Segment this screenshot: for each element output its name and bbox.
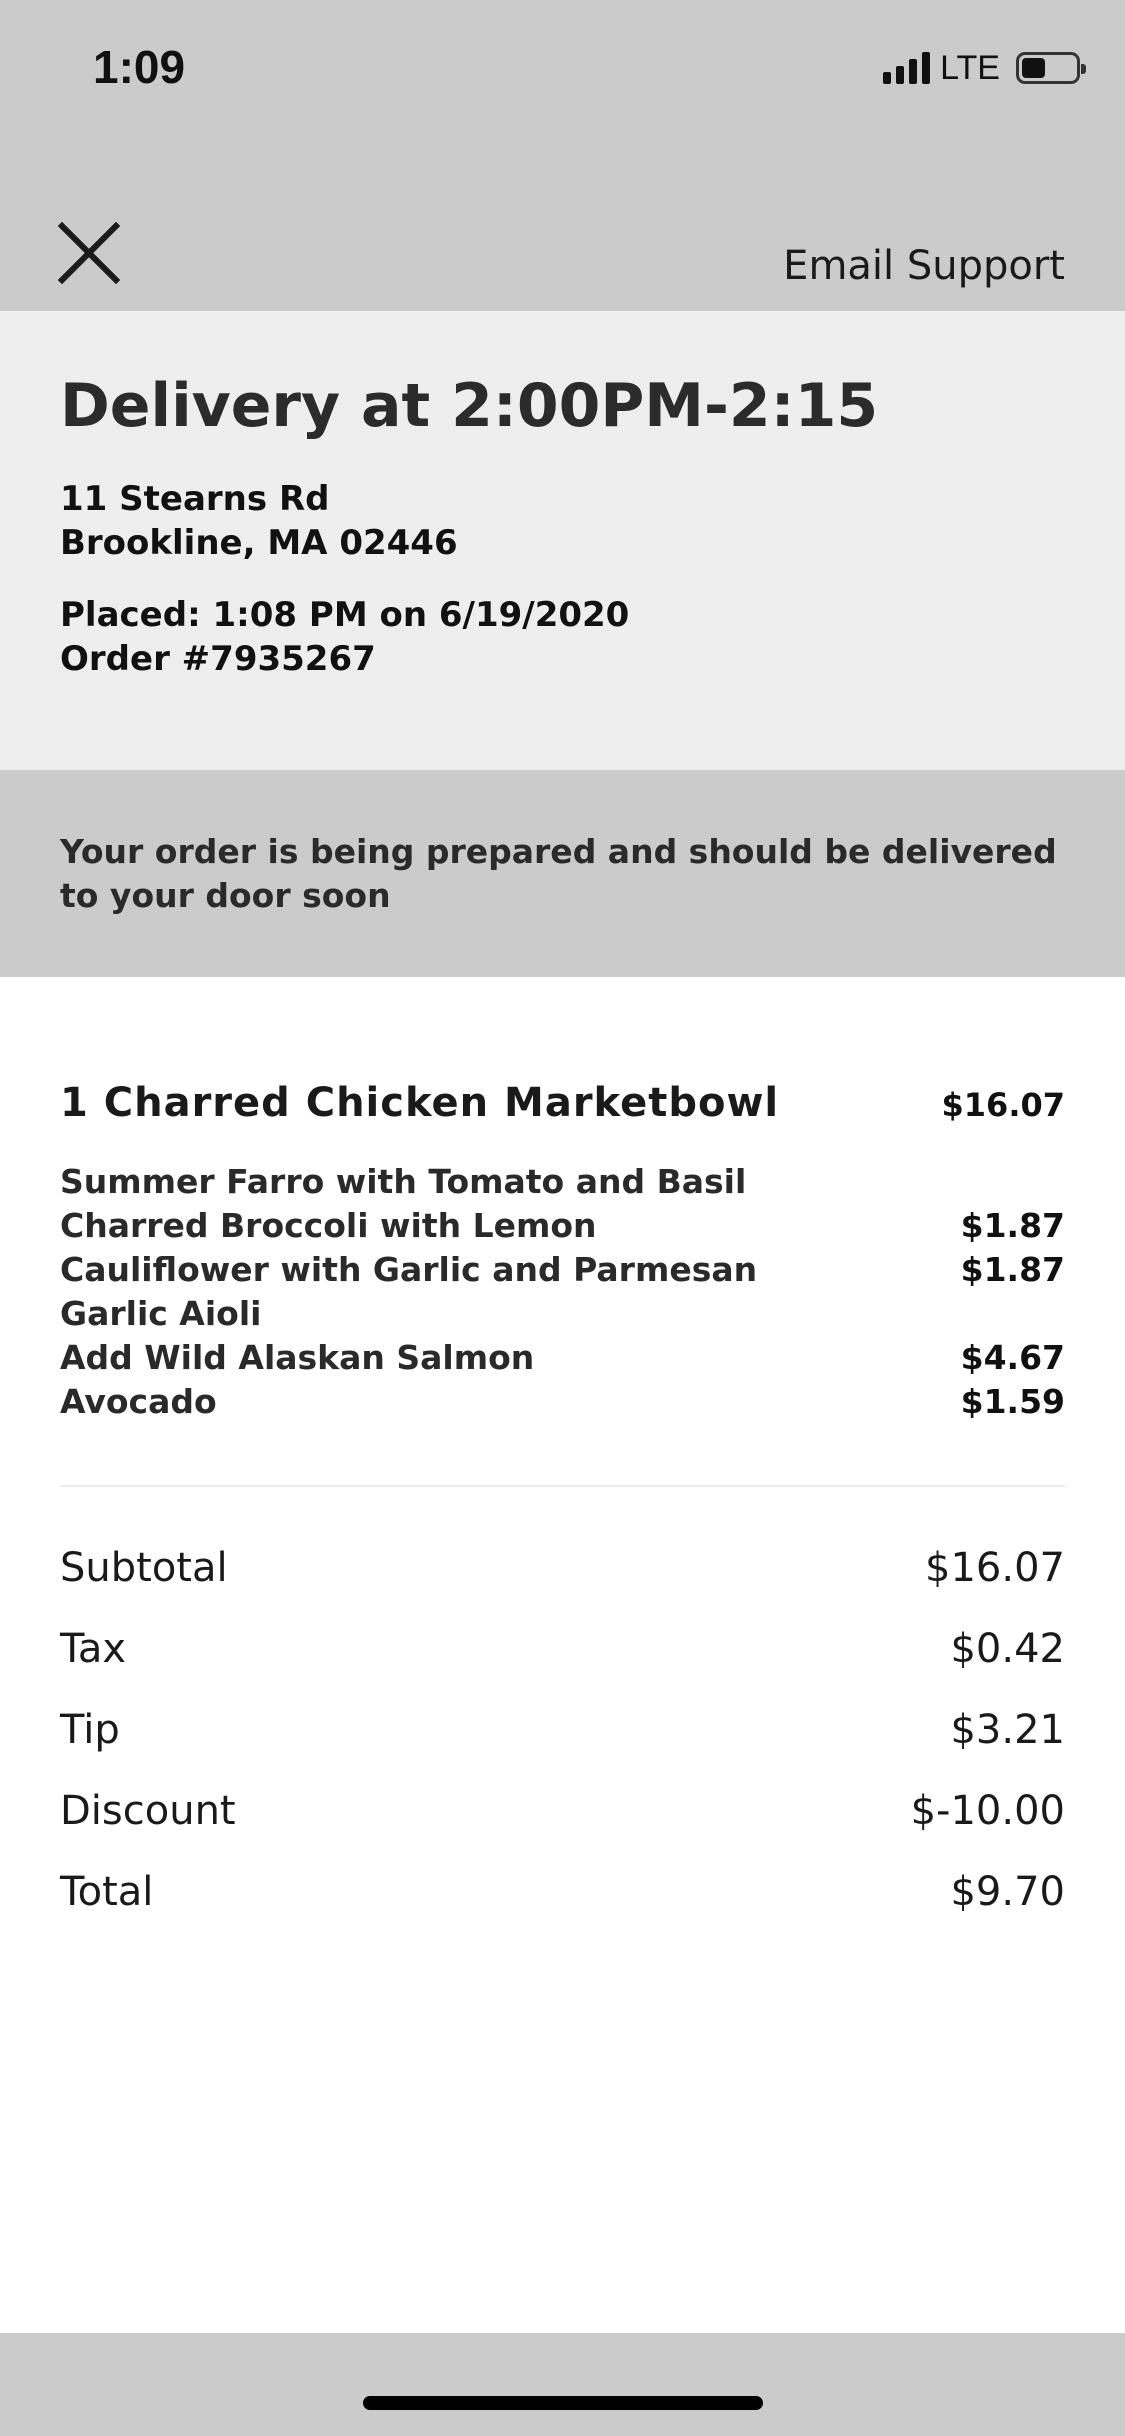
modifier-name: Add Wild Alaskan Salmon xyxy=(60,1338,535,1377)
order-totals: Subtotal $16.07 Tax $0.42 Tip $3.21 Disc… xyxy=(60,1527,1065,1932)
close-button[interactable] xyxy=(57,221,121,285)
signal-icon xyxy=(883,52,931,84)
total-label: Discount xyxy=(60,1787,236,1834)
total-value: $-10.00 xyxy=(910,1787,1065,1834)
modifier-name: Garlic Aioli xyxy=(60,1294,262,1333)
battery-icon xyxy=(1016,52,1086,84)
total-label: Total xyxy=(60,1868,154,1915)
total-label: Tip xyxy=(60,1706,120,1753)
order-status-message: Your order is being prepared and should … xyxy=(60,832,1057,915)
bottom-bar xyxy=(0,2333,1125,2436)
total-label: Subtotal xyxy=(60,1544,228,1591)
order-number: Order #7935267 xyxy=(60,639,376,679)
network-label: LTE xyxy=(940,48,1000,87)
delivery-panel: Delivery at 2:00PM-2:15 11 Stearns Rd Br… xyxy=(0,311,1125,770)
item-modifiers: Summer Farro with Tomato and Basil Charr… xyxy=(60,1162,1065,1426)
total-label: Tax xyxy=(60,1625,126,1672)
modifier-row: Avocado $1.59 xyxy=(60,1382,1065,1426)
modifier-row: Garlic Aioli xyxy=(60,1294,1065,1338)
item-header: 1 Charred Chicken Marketbowl $16.07 xyxy=(60,1080,1065,1140)
delivery-address: 11 Stearns Rd Brookline, MA 02446 xyxy=(60,477,458,565)
divider xyxy=(60,1485,1065,1487)
address-line-1: 11 Stearns Rd xyxy=(60,479,330,519)
tip-row: Tip $3.21 xyxy=(60,1689,1065,1770)
total-value: $16.07 xyxy=(925,1544,1065,1591)
modifier-price: $1.87 xyxy=(960,1250,1065,1289)
delivery-title: Delivery at 2:00PM-2:15 xyxy=(60,371,879,441)
order-status-band: Your order is being prepared and should … xyxy=(0,770,1125,977)
tax-row: Tax $0.42 xyxy=(60,1608,1065,1689)
total-row: Total $9.70 xyxy=(60,1851,1065,1932)
modifier-name: Summer Farro with Tomato and Basil xyxy=(60,1162,747,1201)
address-line-2: Brookline, MA 02446 xyxy=(60,523,458,563)
close-icon xyxy=(57,221,121,285)
modifier-price: $1.87 xyxy=(960,1206,1065,1245)
top-bar: 1:09 LTE Email Support xyxy=(0,0,1125,311)
subtotal-row: Subtotal $16.07 xyxy=(60,1527,1065,1608)
order-info: Placed: 1:08 PM on 6/19/2020 Order #7935… xyxy=(60,593,629,681)
status-time: 1:09 xyxy=(93,41,186,93)
discount-row: Discount $-10.00 xyxy=(60,1770,1065,1851)
modifier-price: $4.67 xyxy=(960,1338,1065,1377)
modifier-price: $1.59 xyxy=(960,1382,1065,1421)
email-support-link[interactable]: Email Support xyxy=(783,243,1065,289)
modifier-row: Summer Farro with Tomato and Basil xyxy=(60,1162,1065,1206)
total-value: $9.70 xyxy=(950,1868,1065,1915)
order-detail-screen: 1:09 LTE Email Support Delivery at 2:00P… xyxy=(0,0,1125,2436)
modifier-name: Avocado xyxy=(60,1382,217,1421)
item-price: $16.07 xyxy=(941,1086,1065,1124)
battery-fill xyxy=(1022,58,1045,78)
order-item: 1 Charred Chicken Marketbowl $16.07 Summ… xyxy=(60,1080,1065,1426)
modifier-row: Add Wild Alaskan Salmon $4.67 xyxy=(60,1338,1065,1382)
modifier-row: Cauliflower with Garlic and Parmesan $1.… xyxy=(60,1250,1065,1294)
status-indicators: LTE xyxy=(883,48,1086,88)
modifier-name: Charred Broccoli with Lemon xyxy=(60,1206,597,1245)
total-value: $3.21 xyxy=(950,1706,1065,1753)
item-name: 1 Charred Chicken Marketbowl xyxy=(60,1080,780,1126)
total-value: $0.42 xyxy=(950,1625,1065,1672)
placed-time: Placed: 1:08 PM on 6/19/2020 xyxy=(60,595,630,635)
modifier-name: Cauliflower with Garlic and Parmesan xyxy=(60,1250,758,1289)
home-indicator[interactable] xyxy=(363,2396,763,2410)
modifier-row: Charred Broccoli with Lemon $1.87 xyxy=(60,1206,1065,1250)
